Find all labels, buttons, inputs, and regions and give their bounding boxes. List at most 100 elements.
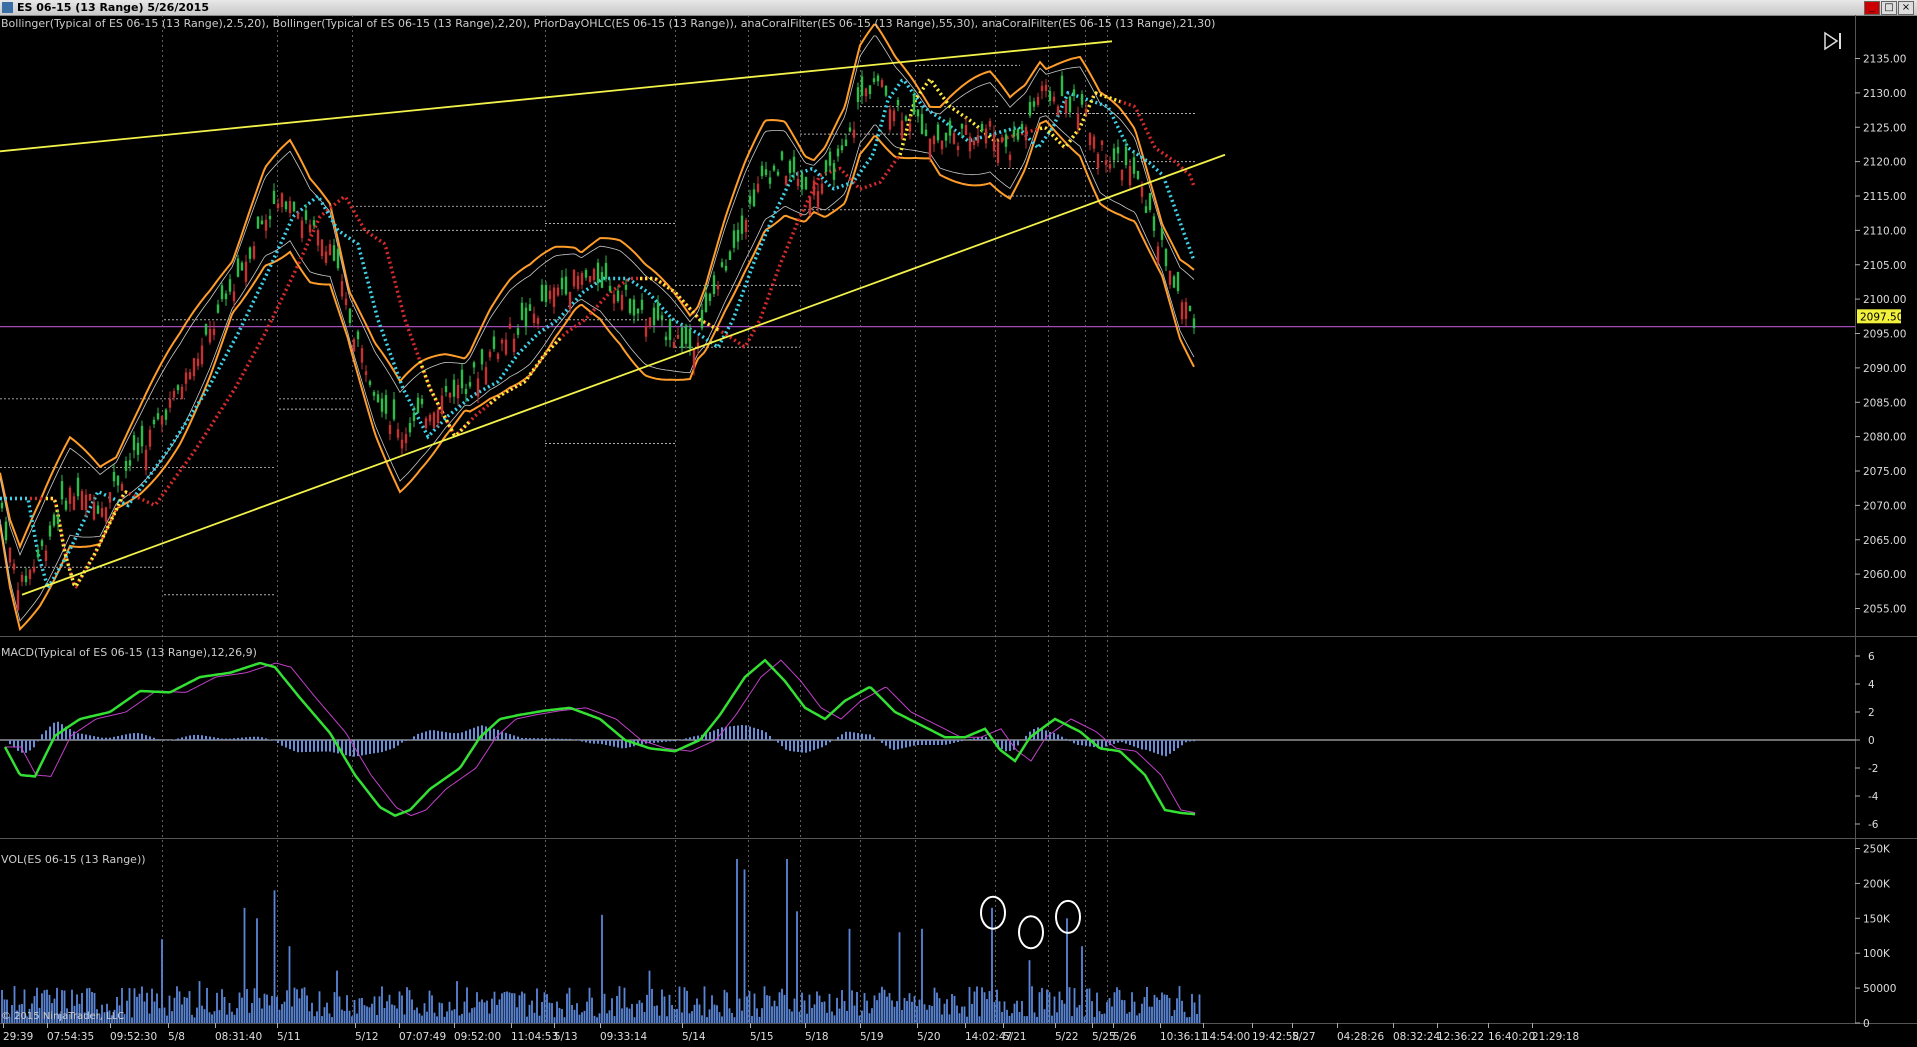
candle-body <box>408 422 412 433</box>
volume-bar <box>1198 994 1201 1023</box>
candle-body <box>512 338 516 353</box>
candle-body <box>768 177 772 184</box>
volume-bar <box>1176 998 1178 1023</box>
volume-bar <box>1151 1006 1153 1023</box>
restore-button[interactable]: □ <box>1881 1 1897 15</box>
volume-bar <box>818 995 821 1023</box>
candle-body <box>428 415 432 422</box>
candle-body <box>524 307 528 328</box>
volume-bar <box>873 995 876 1023</box>
volume-bar <box>1033 1012 1036 1023</box>
candle-body <box>548 290 552 300</box>
volume-bar <box>193 1017 196 1023</box>
volume-bar <box>626 1007 628 1023</box>
volume-bar <box>376 1015 378 1023</box>
candle-body <box>140 425 144 447</box>
candle-body <box>400 439 404 449</box>
volume-bar <box>773 1000 776 1023</box>
macd-panel-title: MACD(Typical of ES 06-15 (13 Range),12,2… <box>1 646 257 659</box>
volume-bar <box>916 1006 918 1023</box>
volume-bar <box>736 858 738 1023</box>
volume-bar <box>306 995 308 1023</box>
volume-bar <box>198 981 201 1023</box>
volume-bar <box>941 1014 943 1023</box>
candle-body <box>284 201 288 210</box>
volume-bar <box>1121 999 1123 1023</box>
volume-bar <box>633 1017 636 1023</box>
volume-bar <box>1071 1016 1073 1023</box>
candle-body <box>652 307 656 326</box>
candle-body <box>540 284 544 301</box>
volume-bar <box>891 1000 893 1023</box>
volume-bar <box>1156 997 1158 1023</box>
volume-bar <box>783 994 786 1023</box>
volume-bar <box>1123 1000 1126 1023</box>
volume-bar <box>733 1017 736 1023</box>
skip-to-end-icon[interactable] <box>1824 31 1841 51</box>
candle-body <box>192 358 196 377</box>
axes: 2055.00 2060.00 2065.00 2070.00 2075.00 2080.… <box>3 54 1906 1043</box>
candle-body <box>876 75 880 82</box>
candle-body <box>452 379 456 397</box>
volume-bar <box>973 991 976 1023</box>
volume-bar <box>351 1016 353 1023</box>
volume-bar <box>846 1010 848 1023</box>
x-tick-label: 5/27 <box>1292 1031 1316 1043</box>
candle-body <box>1016 129 1020 140</box>
candle-body <box>1036 96 1040 105</box>
minimize-button[interactable]: _ <box>1864 1 1880 15</box>
volume-bar <box>816 991 818 1023</box>
candle-body <box>948 120 952 136</box>
candle-body <box>1164 249 1168 267</box>
volume-bar <box>808 994 811 1023</box>
candle-body <box>904 116 908 121</box>
close-button[interactable]: × <box>1898 1 1914 15</box>
candle-body <box>680 327 684 348</box>
volume-bar <box>493 991 496 1023</box>
candle-body <box>504 339 508 355</box>
volume-bar <box>468 1012 471 1023</box>
volume-bar <box>926 1009 928 1023</box>
price-tick-label: 2065.00 <box>1863 535 1906 547</box>
volume-bar <box>578 1014 581 1023</box>
candle-body <box>152 419 156 425</box>
price-tick-label: 2055.00 <box>1863 604 1906 616</box>
volume-bar <box>1091 1001 1093 1023</box>
volume-bar <box>693 1004 696 1023</box>
candle-body <box>476 378 480 397</box>
volume-bar <box>1011 1013 1013 1023</box>
price-chart[interactable]: 2055.00 2060.00 2065.00 2070.00 2075.00 2080.… <box>0 15 1917 1047</box>
volume-bar <box>1028 960 1031 1023</box>
candle-body <box>648 317 652 327</box>
volume-bar <box>1126 1013 1128 1023</box>
volume-bar <box>358 998 361 1023</box>
candle-body <box>844 139 848 147</box>
candle-body <box>1140 186 1144 197</box>
volume-bar <box>371 1003 373 1023</box>
volume-bar <box>781 988 783 1023</box>
volume-bar <box>791 1011 793 1023</box>
volume-bar <box>521 991 523 1023</box>
candle-body <box>280 193 284 208</box>
x-tick-label: 5/13 <box>554 1031 578 1043</box>
candle-body <box>1192 318 1196 329</box>
volume-bar <box>293 987 296 1023</box>
candle-body <box>172 390 176 398</box>
volume-bar <box>663 996 666 1023</box>
volume-bar <box>241 997 243 1023</box>
x-tick-label: 5/19 <box>860 1031 884 1043</box>
volume-bar <box>386 1001 388 1023</box>
volume-bar <box>861 1010 863 1023</box>
volume-bar <box>711 995 713 1023</box>
candle-body <box>744 219 748 233</box>
candle-body <box>276 203 280 209</box>
candle-body <box>216 304 220 313</box>
volume-bar <box>466 987 468 1023</box>
candle-body <box>56 515 60 524</box>
candle-body <box>588 276 592 282</box>
candle-body <box>36 550 40 558</box>
volume-bar <box>301 988 303 1023</box>
candle-body <box>128 460 132 466</box>
volume-bar <box>328 1013 331 1023</box>
candle-body <box>808 196 812 216</box>
